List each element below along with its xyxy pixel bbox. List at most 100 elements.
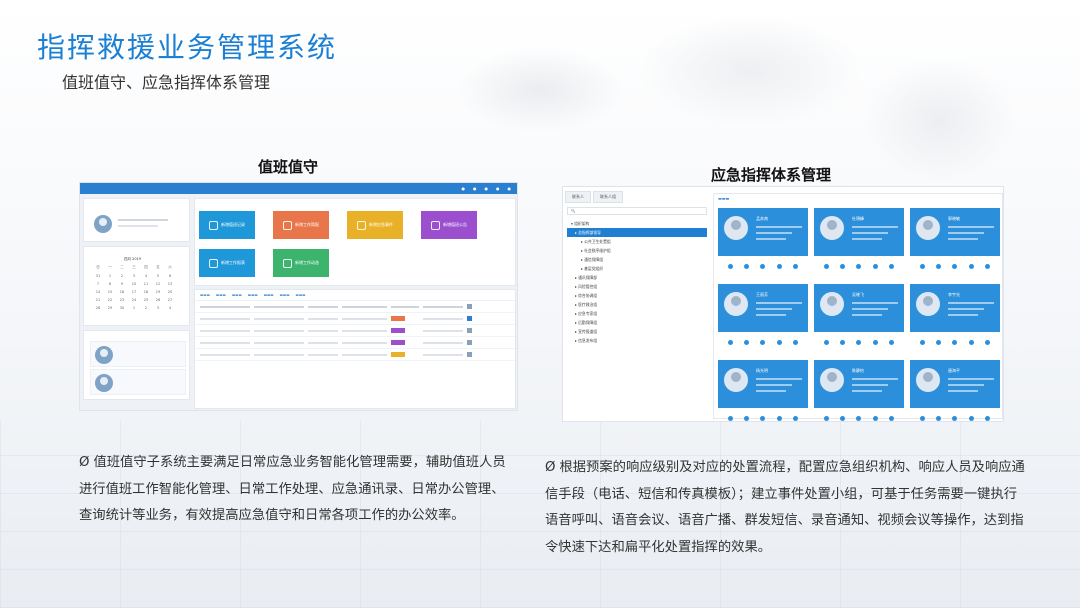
video-icon[interactable] <box>952 263 958 269</box>
org-tree-node[interactable]: ▸ 后勤保障组 <box>567 318 707 327</box>
calendar-day[interactable]: 1 <box>104 274 116 278</box>
calendar-day[interactable]: 25 <box>140 298 152 302</box>
phone-icon[interactable] <box>744 263 750 269</box>
phone-icon[interactable] <box>744 415 750 421</box>
message-icon[interactable] <box>823 415 829 421</box>
phone-icon[interactable] <box>936 339 942 345</box>
calendar-day[interactable]: 17 <box>128 290 140 294</box>
calendar-day[interactable]: 19 <box>152 290 164 294</box>
voice-icon[interactable] <box>968 263 974 269</box>
personnel-card[interactable]: 吴晓飞 <box>814 284 904 356</box>
org-tree-node[interactable]: ▸ 应急专家组 <box>567 309 707 318</box>
org-tree-node[interactable]: ▸ 基层党组织 <box>567 264 707 273</box>
more-icon[interactable] <box>889 263 895 269</box>
calendar-day[interactable]: 24 <box>128 298 140 302</box>
org-tree-node[interactable]: ▸ 医疗救治组 <box>567 300 707 309</box>
org-tree-node[interactable]: ▸ 综合协调组 <box>567 291 707 300</box>
org-tree-node[interactable]: ▸ 风险管控组 <box>567 282 707 291</box>
more-icon[interactable] <box>793 339 799 345</box>
calendar-day[interactable]: 2 <box>140 306 152 310</box>
message-icon[interactable] <box>823 263 829 269</box>
calendar-day[interactable]: 三 <box>128 265 140 270</box>
voice-icon[interactable] <box>968 339 974 345</box>
calendar-day[interactable]: 4 <box>140 274 152 278</box>
calendar-day[interactable]: 22 <box>104 298 116 302</box>
org-tree-node[interactable]: ▸ 通讯保障部 <box>567 273 707 282</box>
video-icon[interactable] <box>952 339 958 345</box>
calendar-day[interactable]: 28 <box>92 306 104 310</box>
calendar-day[interactable]: 27 <box>164 298 176 302</box>
phone-icon[interactable] <box>840 415 846 421</box>
calendar-day[interactable]: 20 <box>164 290 176 294</box>
org-tree-node[interactable]: ▸ 通信保障组 <box>567 255 707 264</box>
calendar-day[interactable]: 1 <box>128 306 140 310</box>
calendar-day[interactable]: 一 <box>104 265 116 270</box>
phone-icon[interactable] <box>936 263 942 269</box>
more-icon[interactable] <box>985 415 991 421</box>
message-icon[interactable] <box>727 339 733 345</box>
phone-icon[interactable] <box>744 339 750 345</box>
voice-icon[interactable] <box>776 339 782 345</box>
more-icon[interactable] <box>985 339 991 345</box>
calendar-day[interactable]: 六 <box>164 265 176 270</box>
calendar-day[interactable]: 30 <box>116 306 128 310</box>
voice-icon[interactable] <box>776 415 782 421</box>
voice-icon[interactable] <box>776 263 782 269</box>
phone-icon[interactable] <box>936 415 942 421</box>
message-icon[interactable] <box>727 263 733 269</box>
calendar-day[interactable]: 8 <box>104 282 116 286</box>
calendar-day[interactable]: 3 <box>128 274 140 278</box>
message-icon[interactable] <box>823 339 829 345</box>
calendar-day[interactable]: 5 <box>152 274 164 278</box>
calendar-day[interactable]: 7 <box>92 282 104 286</box>
video-icon[interactable] <box>856 415 862 421</box>
more-icon[interactable] <box>985 263 991 269</box>
personnel-card[interactable]: 孟苏南 <box>718 208 808 280</box>
quick-action-tile[interactable]: 新增工作报表 <box>199 249 255 277</box>
calendar-day[interactable]: 3 <box>152 306 164 310</box>
calendar-day[interactable]: 23 <box>116 298 128 302</box>
org-tree-node[interactable]: ▸ 社会秩序维护组 <box>567 246 707 255</box>
calendar-day[interactable]: 10 <box>128 282 140 286</box>
calendar-day[interactable]: 2 <box>116 274 128 278</box>
calendar-day[interactable]: 四 <box>140 265 152 270</box>
calendar-day[interactable]: 6 <box>164 274 176 278</box>
calendar-day[interactable]: 9 <box>116 282 128 286</box>
more-icon[interactable] <box>793 415 799 421</box>
more-icon[interactable] <box>793 263 799 269</box>
calendar-day[interactable]: 14 <box>92 290 104 294</box>
quick-action-tile[interactable]: 新增工作动态 <box>273 249 329 277</box>
calendar-day[interactable]: 21 <box>92 298 104 302</box>
org-tree-node[interactable]: ▸ 公共卫生处置组 <box>567 237 707 246</box>
calendar-day[interactable]: 五 <box>152 265 164 270</box>
message-icon[interactable] <box>919 339 925 345</box>
more-icon[interactable] <box>889 339 895 345</box>
voice-icon[interactable] <box>872 415 878 421</box>
quick-action-tile[interactable]: 新增值班记录 <box>199 211 255 239</box>
video-icon[interactable] <box>760 339 766 345</box>
quick-action-tile[interactable]: 新增应急事件 <box>347 211 403 239</box>
voice-icon[interactable] <box>872 263 878 269</box>
org-tree-node[interactable]: ▾ 组织架构 <box>567 219 707 228</box>
org-tree-node[interactable]: ▸ 信息发布组 <box>567 336 707 345</box>
calendar-day[interactable]: 日 <box>92 265 104 270</box>
calendar-day[interactable]: 31 <box>92 274 104 278</box>
phone-icon[interactable] <box>840 263 846 269</box>
personnel-card[interactable]: 陈静怡 <box>814 360 904 421</box>
calendar-day[interactable]: 18 <box>140 290 152 294</box>
personnel-card[interactable]: 李宇光 <box>910 284 1000 356</box>
org-tree-node[interactable]: ▸ 总指挥部领导 <box>567 228 707 237</box>
contact-tab[interactable]: 联系人组 <box>593 191 623 203</box>
video-icon[interactable] <box>856 339 862 345</box>
calendar-day[interactable]: 12 <box>152 282 164 286</box>
personnel-card[interactable]: 杜锦峰 <box>814 208 904 280</box>
calendar-day[interactable]: 13 <box>164 282 176 286</box>
message-icon[interactable] <box>919 415 925 421</box>
personnel-card[interactable]: 唐海平 <box>910 360 1000 421</box>
video-icon[interactable] <box>856 263 862 269</box>
org-tree-node[interactable]: ▸ 宣传报道组 <box>567 327 707 336</box>
calendar-day[interactable]: 29 <box>104 306 116 310</box>
calendar-day[interactable]: 二 <box>116 265 128 270</box>
calendar-day[interactable]: 15 <box>104 290 116 294</box>
personnel-card[interactable]: 王丽芳 <box>718 284 808 356</box>
